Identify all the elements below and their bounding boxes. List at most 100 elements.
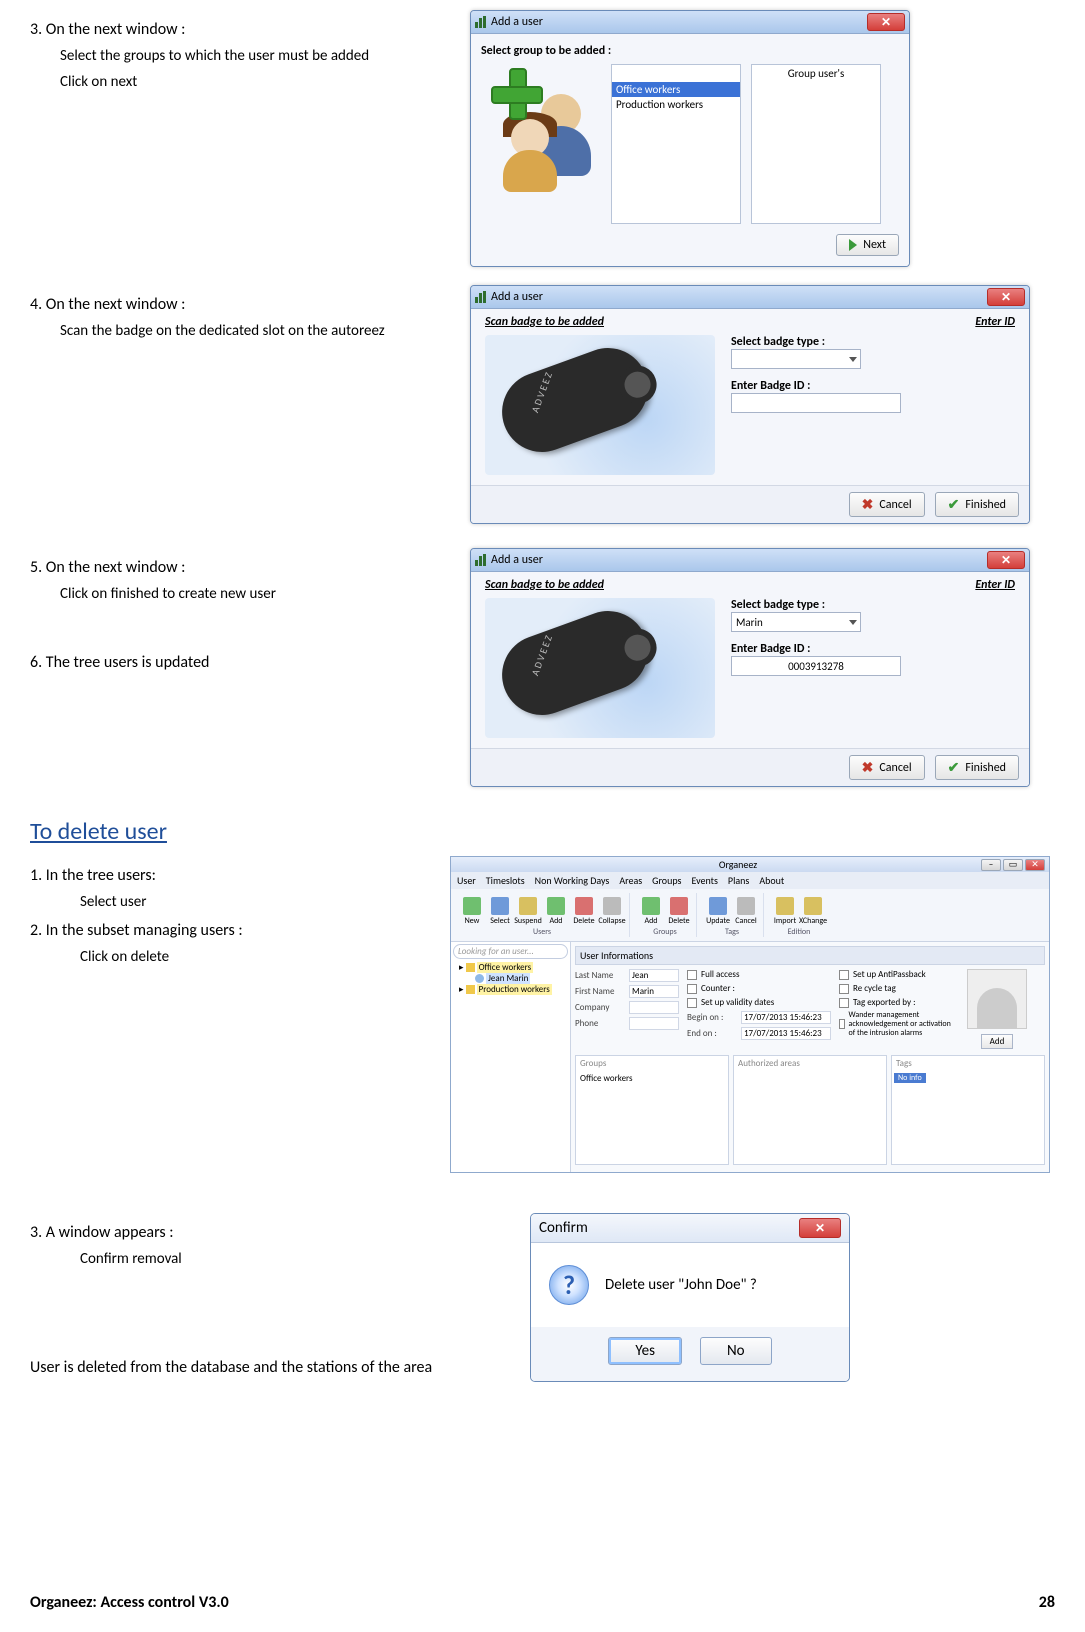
recycle-checkbox[interactable] [839, 984, 849, 994]
plus-icon [489, 66, 541, 118]
badge-id-label: Enter Badge ID : [731, 642, 1015, 656]
step5-a: Click on finished to create new user [60, 585, 450, 603]
app-title: Organeez [719, 858, 757, 871]
badge-type-label: Select badge type : [731, 598, 1015, 612]
badge-id-input[interactable] [731, 393, 901, 413]
tree-user-jean[interactable]: Jean Marin [486, 973, 530, 984]
group-option-office[interactable]: Office workers [612, 82, 740, 97]
rb-import[interactable]: Import [772, 893, 798, 925]
panel-groups: Groups Office workers [575, 1055, 729, 1165]
badge-illustration: ADVEEZ [485, 598, 715, 738]
close-button[interactable]: ✕ [867, 13, 905, 31]
close-button[interactable]: ✕ [987, 551, 1025, 569]
menu-groups[interactable]: Groups [652, 874, 681, 887]
next-button[interactable]: Next [836, 234, 899, 256]
rb-update[interactable]: Update [705, 893, 731, 925]
menu-timeslots[interactable]: Timeslots [486, 874, 525, 887]
validity-checkbox[interactable] [687, 998, 697, 1008]
menu-user[interactable]: User [457, 874, 476, 887]
no-button[interactable]: No [700, 1337, 772, 1365]
group-option-production[interactable]: Production workers [612, 97, 740, 112]
finished-button[interactable]: ✔Finished [935, 755, 1019, 780]
tree-office[interactable]: Office workers [477, 962, 534, 973]
x-icon: ✖ [862, 759, 874, 776]
app-icon [475, 554, 487, 566]
menu-events[interactable]: Events [691, 874, 717, 887]
available-groups-list[interactable]: Office workers Production workers [611, 64, 741, 224]
company-field[interactable] [629, 1001, 679, 1014]
delete3-a: Confirm removal [80, 1250, 510, 1268]
rb-cancel[interactable]: Cancel [733, 893, 759, 925]
phone-field[interactable] [629, 1017, 679, 1030]
confirm-title: Confirm [539, 1219, 588, 1237]
menu-areas[interactable]: Areas [619, 874, 642, 887]
check-icon: ✔ [948, 759, 960, 776]
check-icon: ✔ [948, 496, 960, 513]
avatar-placeholder [967, 969, 1027, 1029]
folder-icon [466, 963, 475, 972]
menubar[interactable]: User Timeslots Non Working Days Areas Gr… [451, 872, 1049, 889]
antipassback-checkbox[interactable] [839, 970, 849, 980]
step3-b: Click on next [60, 73, 450, 91]
close-button[interactable]: ✕ [987, 288, 1025, 306]
rb-add[interactable]: Add [543, 893, 569, 925]
exported-checkbox[interactable] [839, 998, 849, 1008]
window-title: Add a user [491, 290, 543, 304]
add-photo-button[interactable]: Add [981, 1034, 1014, 1049]
search-input[interactable]: Looking for an user... [453, 944, 568, 959]
enterid-header: Enter ID [975, 578, 1015, 592]
cancel-button[interactable]: ✖Cancel [849, 755, 925, 780]
badge-type-dropdown[interactable] [731, 349, 861, 369]
close-button[interactable]: ✕ [1025, 859, 1045, 871]
users-illustration [481, 64, 601, 224]
group-users-header: Group user's [752, 65, 880, 82]
selected-groups-list[interactable]: Group user's [751, 64, 881, 224]
menu-nonworking[interactable]: Non Working Days [535, 874, 610, 887]
rb-delete-group[interactable]: Delete [666, 893, 692, 925]
confirm-message: Delete user "John Doe" ? [605, 1276, 757, 1294]
tree-production[interactable]: Production workers [477, 984, 552, 995]
fullaccess-checkbox[interactable] [687, 970, 697, 980]
enterid-header: Enter ID [975, 315, 1015, 329]
question-icon: ? [549, 1265, 589, 1305]
wander-checkbox[interactable] [839, 1019, 845, 1029]
arrow-right-icon [849, 239, 857, 251]
begin-date[interactable]: 17/07/2013 15:46:23 [741, 1011, 831, 1024]
minimize-button[interactable]: – [981, 859, 1001, 871]
step6-title: 6. The tree users is updated [30, 653, 450, 672]
rb-new[interactable]: New [459, 893, 485, 925]
delete1-a: Select user [80, 893, 430, 911]
maximize-button[interactable]: ▭ [1003, 859, 1023, 871]
add-user-window-groups: Add a user ✕ Select group to be added : [470, 10, 910, 267]
badge-id-input[interactable]: 0003913278 [731, 656, 901, 676]
delete2-title: 2. In the subset managing users : [30, 921, 430, 940]
folder-icon [466, 985, 475, 994]
ribbon-group-tags: Tags [725, 927, 739, 937]
menu-plans[interactable]: Plans [728, 874, 749, 887]
cancel-button[interactable]: ✖Cancel [849, 492, 925, 517]
close-button[interactable]: ✕ [799, 1218, 841, 1238]
rb-select[interactable]: Select [487, 893, 513, 925]
finished-button[interactable]: ✔Finished [935, 492, 1019, 517]
step3-title: 3. On the next window : [30, 20, 450, 39]
yes-button[interactable]: Yes [608, 1337, 682, 1365]
users-tree[interactable]: Looking for an user... ▸ Office workers … [451, 942, 571, 1172]
panel-groups-item: Office workers [576, 1071, 728, 1086]
step4-title: 4. On the next window : [30, 295, 450, 314]
info-title: User Informations [575, 946, 1045, 965]
rb-add-group[interactable]: Add [638, 893, 664, 925]
rb-delete[interactable]: Delete [571, 893, 597, 925]
window-title: Add a user [491, 553, 543, 567]
confirm-dialog: Confirm ✕ ? Delete user "John Doe" ? Yes… [530, 1213, 850, 1382]
tag-item: No info [894, 1073, 926, 1083]
end-date[interactable]: 17/07/2013 15:46:23 [741, 1027, 831, 1040]
counter-checkbox[interactable] [687, 984, 697, 994]
rb-suspend[interactable]: Suspend [515, 893, 541, 925]
menu-about[interactable]: About [759, 874, 784, 887]
panel-areas: Authorized areas [733, 1055, 887, 1165]
rb-xchange[interactable]: XChange [800, 893, 826, 925]
last-name-field[interactable]: Jean [629, 969, 679, 982]
first-name-field[interactable]: Marin [629, 985, 679, 998]
rb-collapse[interactable]: Collapse [599, 893, 625, 925]
badge-type-dropdown[interactable]: Marin [731, 612, 861, 632]
